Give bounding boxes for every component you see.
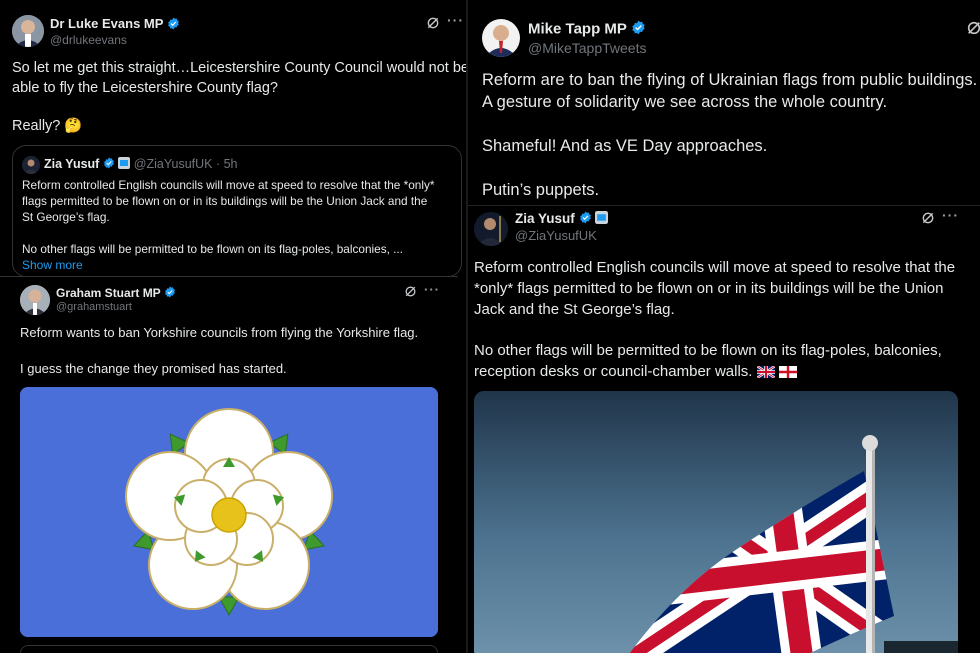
quote-text-line: St George’s flag. bbox=[22, 210, 110, 224]
tweet-text-line: Really? 🤔 bbox=[12, 118, 83, 134]
tweet-text-line: So let me get this straight…Leicestershi… bbox=[12, 60, 466, 76]
avatar-tapp[interactable] bbox=[482, 19, 520, 57]
tweet-text-line: Reform wants to ban Yorkshire councils f… bbox=[20, 325, 419, 340]
author-handle[interactable]: @MikeTappTweets bbox=[528, 40, 646, 56]
avatar-evans[interactable] bbox=[12, 15, 44, 47]
tweet-text-line: Putin’s puppets. bbox=[482, 181, 600, 199]
yorkshire-flag-image[interactable] bbox=[20, 387, 438, 637]
affiliate-badge-icon bbox=[595, 211, 609, 227]
more-dots-icon[interactable]: ··· bbox=[942, 207, 959, 223]
author-handle[interactable]: @grahamstuart bbox=[56, 301, 132, 313]
quote-author-name: Zia Yusuf bbox=[44, 157, 100, 171]
tweet-text-line: I guess the change they promised has sta… bbox=[20, 361, 287, 376]
avatar-yusuf[interactable] bbox=[474, 212, 508, 246]
verified-badge-icon bbox=[164, 286, 176, 301]
verified-badge-icon bbox=[631, 20, 646, 39]
affiliate-badge-icon bbox=[118, 157, 131, 172]
grok-icon[interactable] bbox=[404, 285, 417, 303]
quote-text-line: Reform controlled English councils will … bbox=[22, 178, 435, 192]
verified-badge-icon bbox=[103, 157, 115, 172]
avatar-yusuf-small bbox=[22, 156, 40, 174]
quote-text-line: flags permitted to be flown on or in its… bbox=[22, 194, 428, 208]
author-name[interactable]: Zia Yusuf bbox=[515, 211, 575, 226]
grok-icon[interactable] bbox=[426, 16, 440, 35]
verified-badge-icon bbox=[167, 17, 180, 33]
england-flag-emoji bbox=[778, 365, 797, 382]
author-name[interactable]: Mike Tapp MP bbox=[528, 20, 627, 37]
grok-icon[interactable] bbox=[921, 211, 935, 230]
tweet-yusuf: Zia Yusuf @ZiaYusufUK ··· Reform control… bbox=[468, 205, 980, 653]
more-dots-icon[interactable]: ··· bbox=[424, 282, 440, 297]
grok-icon[interactable] bbox=[966, 20, 980, 41]
tweet-stuart: Graham Stuart MP @grahamstuart ··· Refor… bbox=[0, 276, 458, 653]
author-name[interactable]: Dr Luke Evans MP bbox=[50, 16, 163, 31]
union-jack-photo[interactable] bbox=[474, 391, 958, 653]
tweet-text-line: reception desks or council-chamber walls… bbox=[474, 363, 753, 380]
verified-badge-icon bbox=[579, 211, 592, 227]
tweet-text-line: A gesture of solidarity we see across th… bbox=[482, 93, 888, 111]
tweet-text-line: Reform are to ban the flying of Ukrainia… bbox=[482, 71, 978, 89]
quote-text-line: No other flags will be permitted to be f… bbox=[22, 242, 403, 256]
author-name[interactable]: Graham Stuart MP bbox=[56, 286, 161, 300]
tweet-text-line: No other flags will be permitted to be f… bbox=[474, 342, 942, 359]
show-more-link[interactable]: Show more bbox=[22, 258, 83, 272]
quoted-tweet[interactable]: Zia Yusuf @ZiaYusufUK · 5h Reform contro… bbox=[12, 145, 462, 276]
tweet-text-line: Reform controlled English councils will … bbox=[474, 259, 956, 276]
tweet-text-line: Shameful! And as VE Day approaches. bbox=[482, 137, 768, 155]
author-handle[interactable]: @drlukeevans bbox=[50, 33, 127, 47]
tweet-text-line: Jack and the St George’s flag. bbox=[474, 301, 675, 318]
next-item-edge bbox=[20, 645, 438, 653]
more-dots-icon[interactable]: ··· bbox=[447, 12, 464, 28]
tweet-text-line: *only* flags permitted to be flown on or… bbox=[474, 280, 944, 297]
tweet-evans: Dr Luke Evans MP @drlukeevans ··· So let… bbox=[0, 0, 466, 276]
uk-flag-emoji bbox=[755, 365, 776, 382]
author-handle[interactable]: @ZiaYusufUK bbox=[515, 228, 597, 243]
tweet-text-line: able to fly the Leicestershire County fl… bbox=[12, 80, 278, 96]
tweet-tapp: Mike Tapp MP @MikeTappTweets Reform are … bbox=[468, 0, 980, 210]
quote-handle-time: @ZiaYusufUK · 5h bbox=[133, 157, 238, 171]
avatar-stuart[interactable] bbox=[20, 285, 50, 315]
